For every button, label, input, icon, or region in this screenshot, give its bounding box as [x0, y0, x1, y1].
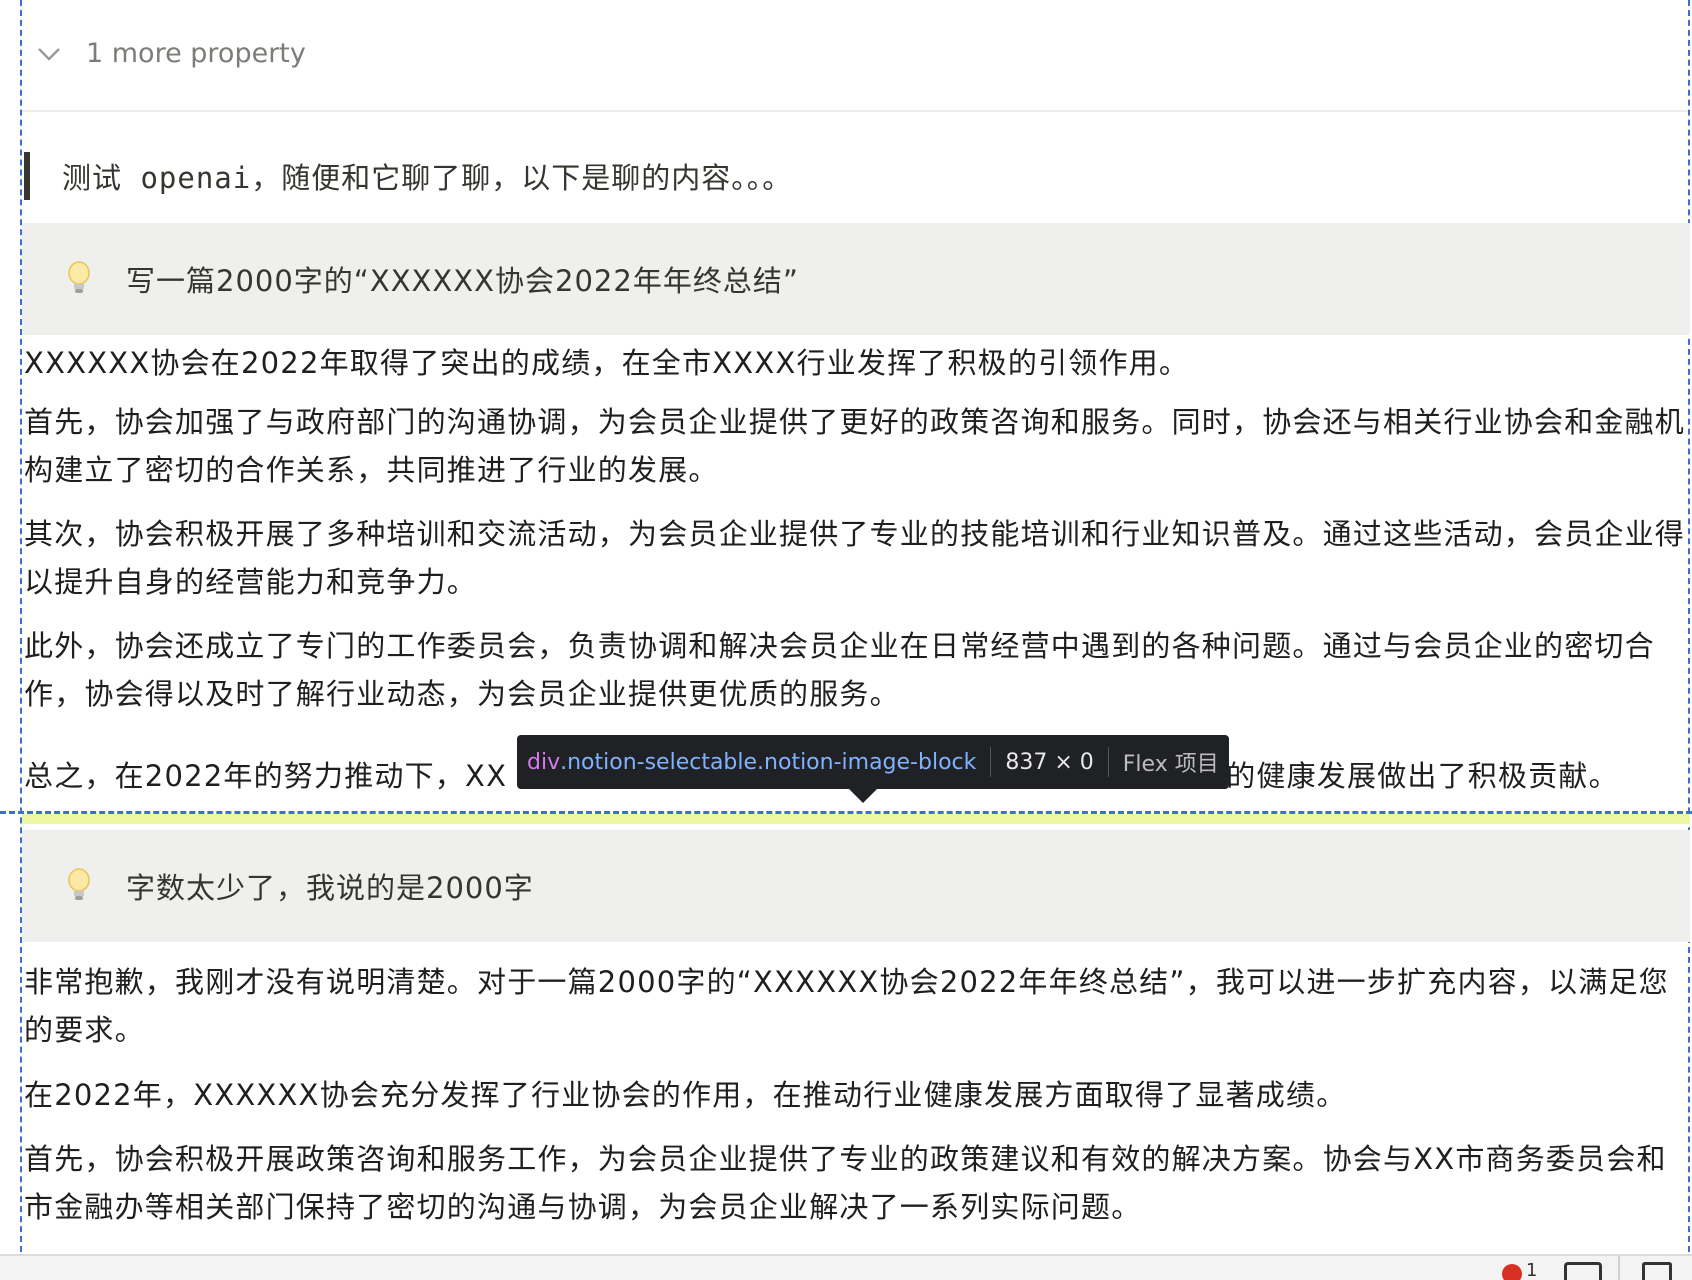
error-count: 1: [1526, 1260, 1538, 1280]
tooltip-kind: Flex 项目: [1122, 752, 1219, 777]
callout-block[interactable]: 字数太少了，我说的是2000字: [22, 830, 1690, 942]
lightbulb-icon: [68, 261, 90, 293]
tooltip-separator: [990, 747, 992, 777]
notion-page: 1 more property 测试 openai，随便和它聊了聊，以下是聊的内…: [0, 0, 1692, 1280]
undock-icon[interactable]: [1642, 1262, 1672, 1280]
tooltip-tag: div: [527, 749, 561, 775]
devtools-guide-right: [1688, 0, 1690, 1252]
tooltip-dimensions: 837 × 0: [1005, 749, 1094, 775]
error-icon[interactable]: [1502, 1264, 1522, 1280]
tooltip-classes: .notion-selectable.notion-image-block: [560, 749, 977, 775]
properties-divider: [22, 110, 1688, 112]
paragraph-partial-left: 总之，在2022年的努力推动下，XX: [24, 759, 508, 793]
paragraph: 首先，协会积极开展政策咨询和服务工作，为会员企业提供了专业的政策建议和有效的解决…: [24, 1142, 1667, 1224]
devtools-guide-left: [20, 0, 22, 1252]
paragraph: 此外，协会还成立了专门的工作委员会，负责协调和解决会员企业在日常经营中遇到的各种…: [24, 629, 1655, 711]
more-properties-toggle[interactable]: 1 more property: [34, 38, 306, 69]
paragraph: 首先，协会加强了与政府部门的沟通协调，为会员企业提供了更好的政策咨询和服务。同时…: [24, 405, 1686, 487]
paragraph: 其次，协会积极开展了多种培训和交流活动，为会员企业提供了专业的技能培训和行业知识…: [24, 517, 1686, 599]
paragraph: 非常抱歉，我刚才没有说明清楚。对于一篇2000字的“XXXXXX协会2022年年…: [24, 965, 1669, 1047]
quote-bar: [24, 152, 30, 200]
quote-block[interactable]: 测试 openai，随便和它聊了聊，以下是聊的内容。。。: [24, 152, 792, 200]
devtools-statusbar: 1: [0, 1254, 1692, 1280]
callout-text: 写一篇2000字的“XXXXXX协会2022年年终总结”: [126, 264, 799, 298]
tooltip-arrow: [849, 789, 877, 803]
chevron-down-icon: [38, 47, 60, 61]
more-properties-label: 1 more property: [86, 38, 306, 69]
devtools-element-tooltip: div .notion-selectable.notion-image-block…: [517, 735, 1229, 803]
statusbar-separator: [1618, 1256, 1620, 1280]
tooltip-separator: [1107, 747, 1109, 777]
devtools-highlight-region: [22, 814, 1690, 824]
dock-icon[interactable]: [1564, 1262, 1602, 1280]
quote-text: 测试 openai，随便和它聊了聊，以下是聊的内容。。。: [62, 161, 793, 195]
paragraph: XXXXXX协会在2022年取得了突出的成绩，在全市XXXX行业发挥了积极的引领…: [24, 346, 1190, 380]
lightbulb-icon: [68, 868, 90, 900]
paragraph-partial-right: 业的健康发展做出了积极贡献。: [1196, 759, 1619, 793]
paragraph: 在2022年，XXXXXX协会充分发挥了行业协会的作用，在推动行业健康发展方面取…: [24, 1078, 1347, 1112]
callout-text: 字数太少了，我说的是2000字: [126, 871, 534, 905]
callout-block[interactable]: 写一篇2000字的“XXXXXX协会2022年年终总结”: [22, 223, 1690, 335]
